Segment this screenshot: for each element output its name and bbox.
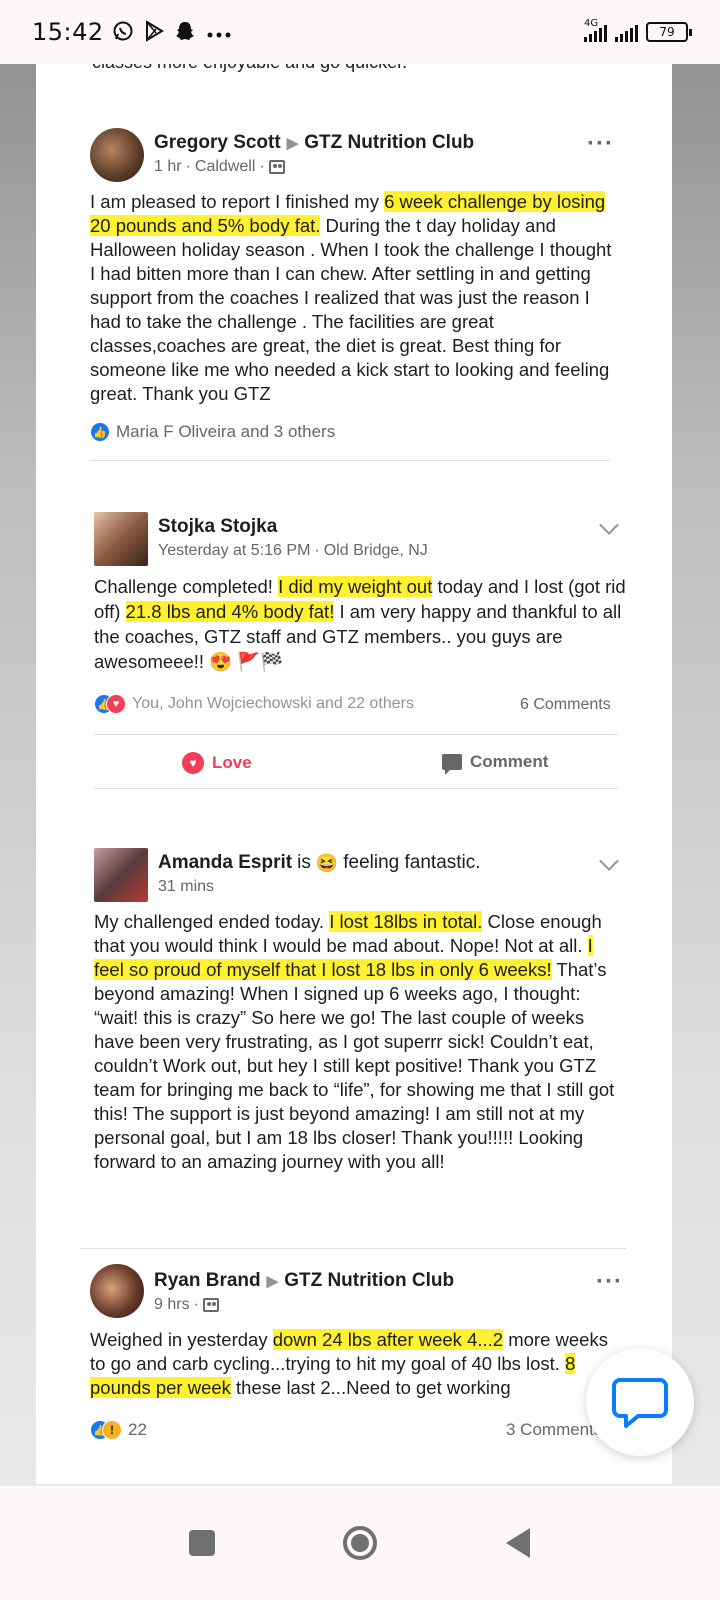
play-store-icon	[144, 19, 164, 45]
feeling-text: feeling fantastic.	[343, 852, 481, 873]
back-triangle-icon	[506, 1528, 530, 1558]
recents-button[interactable]	[178, 1519, 226, 1567]
whatsapp-icon	[112, 20, 134, 45]
chat-button[interactable]	[586, 1348, 694, 1456]
comment-icon	[442, 754, 462, 775]
post-time[interactable]: 1 hr	[154, 158, 182, 176]
post-divider	[80, 1248, 626, 1249]
comment-button[interactable]: Comment	[442, 752, 548, 775]
like-reaction-icon: 👍	[90, 422, 110, 442]
arrow-right-icon: ▶	[266, 1273, 279, 1290]
arrow-right-icon: ▶	[286, 135, 299, 152]
home-circle-icon	[343, 1526, 377, 1560]
post-divider	[94, 734, 618, 735]
network-signal: 4G	[584, 18, 607, 42]
system-nav-bar	[0, 1486, 720, 1600]
cutoff-text: classes more enjoyable and go quicker.	[92, 64, 407, 73]
post-author-line: Gregory Scott ▶ GTZ Nutrition Club	[154, 132, 474, 154]
reactors: Maria F Oliveira and 3 others	[116, 422, 336, 441]
post-time[interactable]: 31 mins	[158, 878, 214, 896]
post-text: My challenged ended today. I lost 18lbs …	[94, 911, 615, 1172]
battery-level: 79	[659, 25, 675, 39]
reaction-summary[interactable]: 👍 ♥ You, John Wojciechowski and 22 other…	[94, 694, 414, 714]
post-text: Challenge completed! I did my weight out…	[94, 576, 626, 672]
notification-icons	[112, 19, 232, 45]
avatar[interactable]	[94, 848, 148, 902]
avatar[interactable]	[94, 512, 148, 566]
group-audience-icon	[202, 1298, 219, 1312]
feed-card[interactable]: classes more enjoyable and go quicker. G…	[36, 64, 672, 1484]
love-reaction-icon: ♥	[106, 694, 126, 714]
post-meta: 31 mins	[158, 878, 214, 896]
status-time: 15:42	[32, 18, 104, 46]
system-indicators: 4G 79	[584, 18, 692, 42]
love-button[interactable]: ♥ Love	[182, 752, 252, 774]
post-text: I am pleased to report I finished my 6 w…	[90, 191, 612, 404]
post-location[interactable]: Old Bridge, NJ	[324, 542, 428, 560]
author-name[interactable]: Amanda Esprit	[158, 852, 292, 874]
heart-icon: ♥	[182, 752, 204, 774]
avatar[interactable]	[90, 1264, 144, 1318]
post-time[interactable]: 9 hrs	[154, 1296, 190, 1314]
chat-bubble-icon	[612, 1378, 668, 1428]
back-button[interactable]	[494, 1519, 542, 1567]
post-text: Weighed in yesterday down 24 lbs after w…	[90, 1329, 608, 1398]
group-name[interactable]: GTZ Nutrition Club	[304, 132, 474, 154]
post-author-line: Amanda Esprit is 😆 feeling fantastic.	[158, 852, 481, 874]
comments-count[interactable]: 6 Comments	[520, 696, 611, 714]
reaction-summary[interactable]: 👍 Maria F Oliveira and 3 others	[90, 422, 335, 442]
chevron-down-icon[interactable]	[599, 851, 619, 871]
author-name[interactable]: Gregory Scott	[154, 132, 281, 154]
group-name[interactable]: GTZ Nutrition Club	[284, 1270, 454, 1292]
wow-reaction-icon: !	[102, 1420, 122, 1440]
reaction-summary[interactable]: 👍 ! 22	[90, 1420, 147, 1440]
author-name[interactable]: Ryan Brand	[154, 1270, 261, 1292]
post-divider	[90, 460, 610, 461]
author-name[interactable]: Stojka Stojka	[158, 516, 277, 538]
post-divider	[94, 788, 618, 789]
network-type-label: 4G	[584, 18, 599, 29]
more-options-icon[interactable]: ···	[587, 132, 614, 156]
post-meta: Yesterday at 5:16 PM · Old Bridge, NJ	[158, 542, 428, 560]
post-author-line: Ryan Brand ▶ GTZ Nutrition Club	[154, 1270, 454, 1292]
signal-bars-2-icon	[615, 24, 638, 42]
home-button[interactable]	[336, 1519, 384, 1567]
snapchat-icon	[174, 20, 196, 45]
post-meta: 9 hrs ·	[154, 1296, 219, 1314]
status-bar: 15:42 4G 79	[0, 0, 720, 64]
recents-square-icon	[189, 1530, 215, 1556]
post-author-line: Stojka Stojka	[158, 516, 277, 538]
more-dots-icon	[206, 22, 232, 42]
group-audience-icon	[268, 160, 285, 174]
avatar[interactable]	[90, 128, 144, 182]
post-time[interactable]: Yesterday at 5:16 PM	[158, 542, 310, 560]
action-bar: ♥ Love Comment	[94, 746, 618, 786]
feeling-emoji-icon: 😆	[315, 852, 339, 873]
comments-count[interactable]: 3 Comments	[506, 1420, 602, 1440]
reaction-count: 22	[128, 1420, 147, 1439]
more-options-icon[interactable]: ···	[596, 1270, 623, 1294]
battery-icon: 79	[646, 22, 692, 42]
post-meta: 1 hr · Caldwell ·	[154, 158, 285, 176]
chevron-down-icon[interactable]	[599, 515, 619, 535]
post-location[interactable]: Caldwell	[195, 158, 255, 176]
reactors: You, John Wojciechowski and 22 others	[132, 695, 414, 712]
